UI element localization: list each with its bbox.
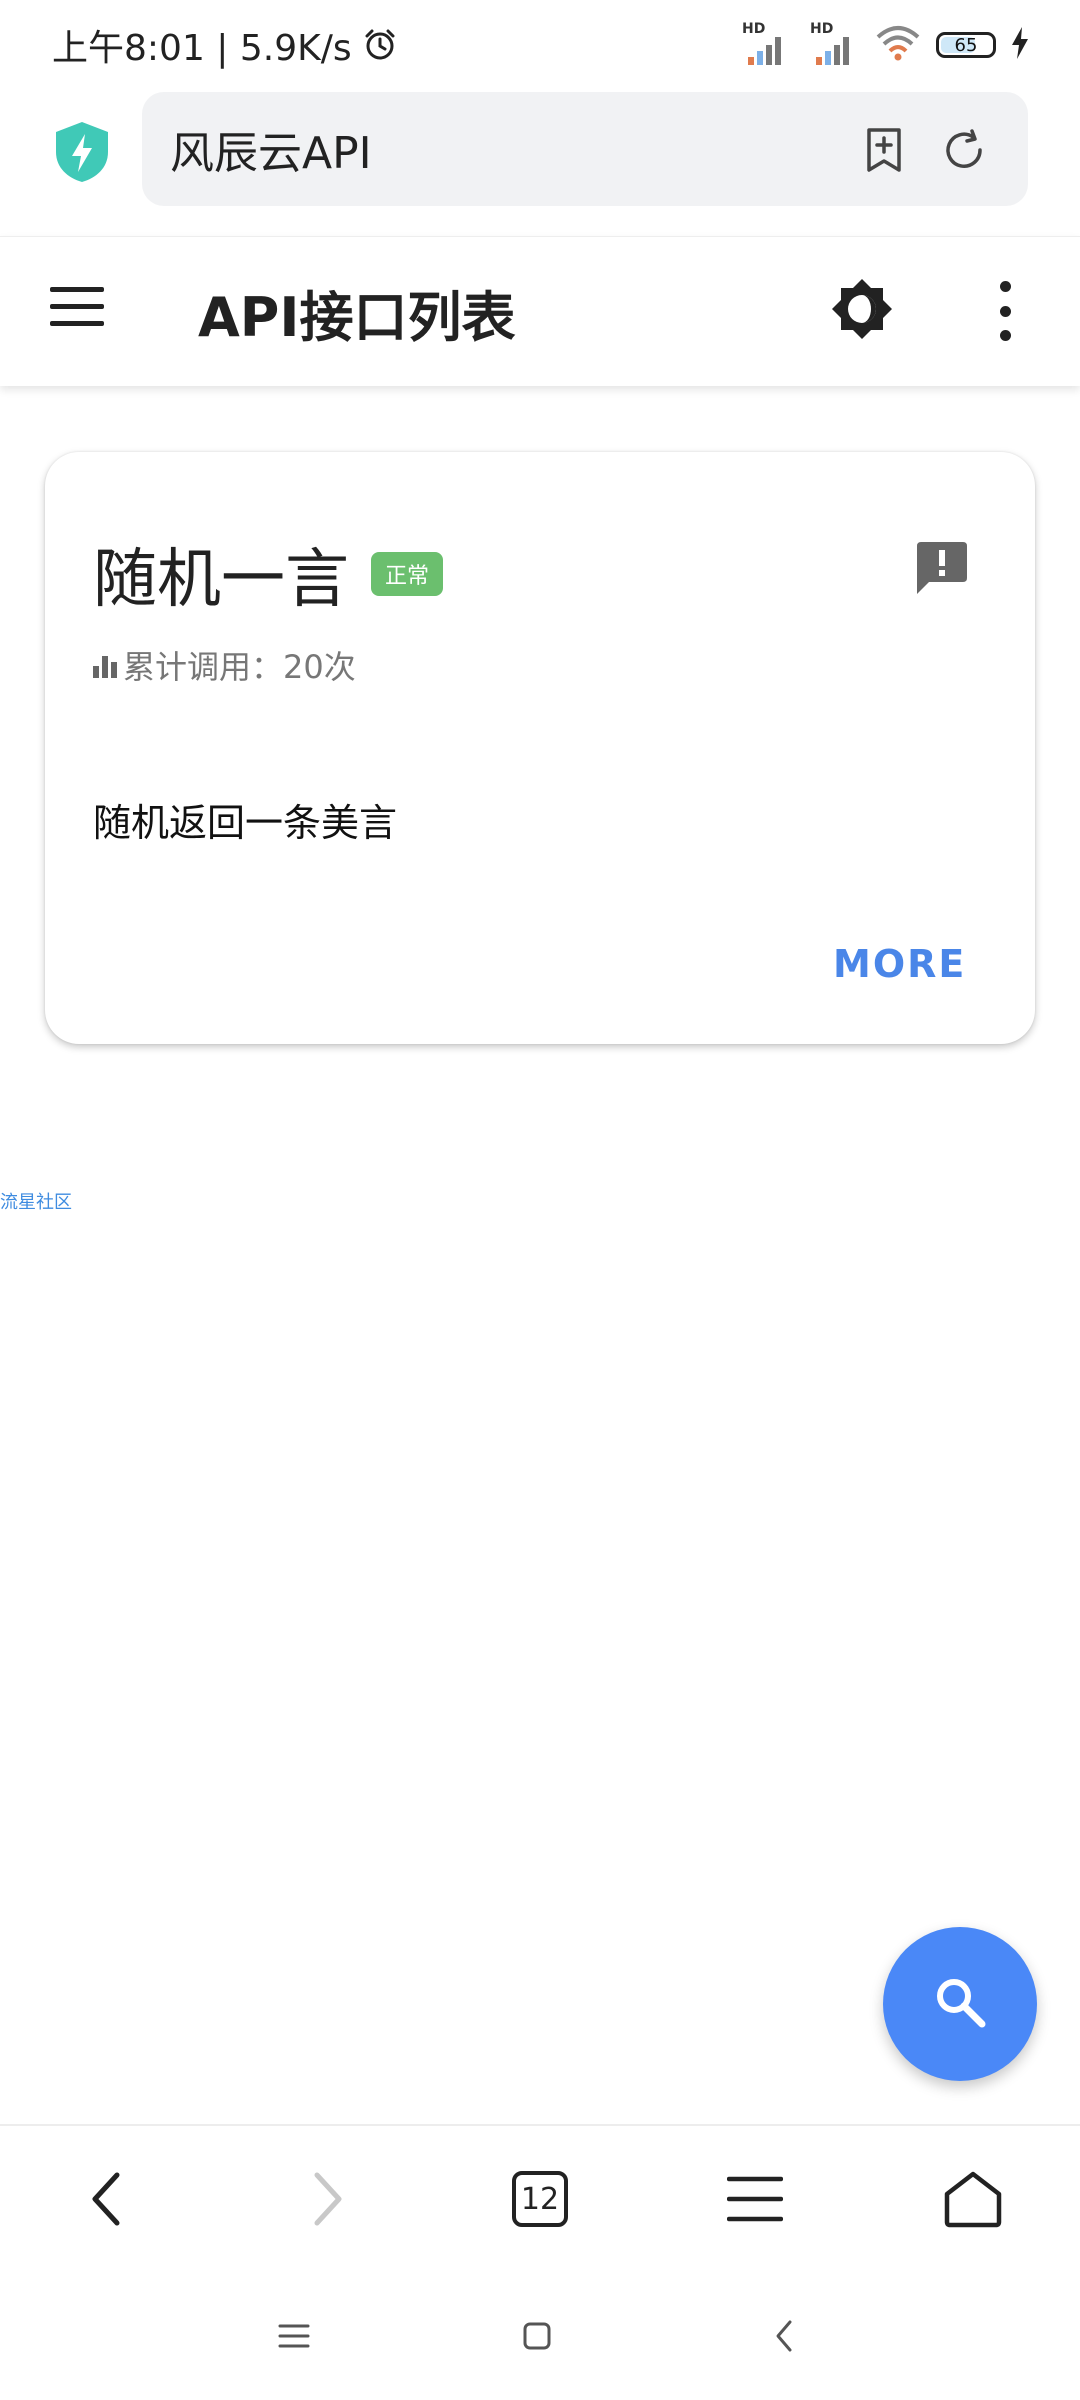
browser-toolbar: 12 (0, 2124, 1080, 2272)
api-description: 随机返回一条美言 (93, 801, 398, 845)
status-badge: 正常 (371, 552, 444, 596)
menu-icon (727, 2176, 783, 2222)
back-button[interactable] (72, 2164, 142, 2234)
search-icon (932, 1974, 988, 2034)
status-right: HD HD 65 (738, 21, 1030, 67)
status-bar: 上午8:01 | 5.9K/s HD HD 65 (0, 0, 1080, 90)
system-back-button[interactable] (762, 2314, 806, 2358)
call-count: 累计调用：20次 (93, 642, 356, 688)
recent-apps-button[interactable] (272, 2314, 316, 2358)
recent-apps-icon (278, 2324, 310, 2348)
alarm-icon (362, 27, 398, 63)
brightness-icon[interactable] (830, 277, 894, 341)
menu-icon[interactable] (50, 287, 104, 331)
status-time-speed: 上午8:01 | 5.9K/s (52, 28, 352, 69)
community-link[interactable]: 流星社区 (0, 1188, 72, 1214)
wifi-icon (874, 23, 922, 67)
forward-button[interactable] (292, 2164, 362, 2234)
address-input[interactable]: 风辰云API (142, 92, 1028, 206)
screen: 上午8:01 | 5.9K/s HD HD 65 风辰云API API接口列表 … (0, 0, 1080, 2400)
system-nav-bar (0, 2272, 1080, 2400)
bar-chart-icon (93, 652, 119, 678)
signal-hd-label: HD (742, 21, 766, 37)
home-button[interactable] (938, 2164, 1008, 2234)
page-title: API接口列表 (198, 286, 516, 349)
signal-icon: HD (806, 21, 860, 67)
api-title: 随机一言 (93, 543, 349, 617)
status-left: 上午8:01 | 5.9K/s (52, 19, 398, 71)
search-fab[interactable] (883, 1927, 1037, 2081)
back-icon (776, 2320, 792, 2352)
home-icon (944, 2171, 1002, 2228)
call-count-label: 累计调用：20次 (123, 648, 356, 686)
forward-icon (314, 2172, 342, 2226)
app-bar: API接口列表 (0, 236, 1080, 386)
system-home-button[interactable] (515, 2314, 559, 2358)
more-vert-icon[interactable] (990, 281, 1020, 341)
reload-icon[interactable] (940, 126, 988, 174)
signal-icon: HD (738, 21, 792, 67)
tabs-count: 12 (520, 2181, 560, 2217)
home-icon (523, 2322, 551, 2350)
browser-menu-button[interactable] (720, 2164, 790, 2234)
browser-address-bar: 风辰云API (0, 90, 1080, 230)
back-icon (92, 2172, 120, 2226)
more-button[interactable]: MORE (833, 942, 966, 986)
api-card[interactable]: 随机一言 正常 累计调用：20次 随机返回一条美言 MORE (45, 452, 1035, 1044)
shield-icon[interactable] (52, 120, 112, 184)
tabs-icon: 12 (512, 2171, 568, 2227)
address-text: 风辰云API (170, 128, 372, 179)
feedback-icon[interactable] (913, 540, 971, 598)
tabs-button[interactable]: 12 (505, 2164, 575, 2234)
bookmark-add-icon[interactable] (860, 126, 908, 174)
signal-hd-label: HD (810, 21, 834, 37)
charging-icon (1010, 27, 1030, 63)
battery-icon: 65 (936, 32, 996, 58)
battery-level: 65 (954, 34, 978, 56)
